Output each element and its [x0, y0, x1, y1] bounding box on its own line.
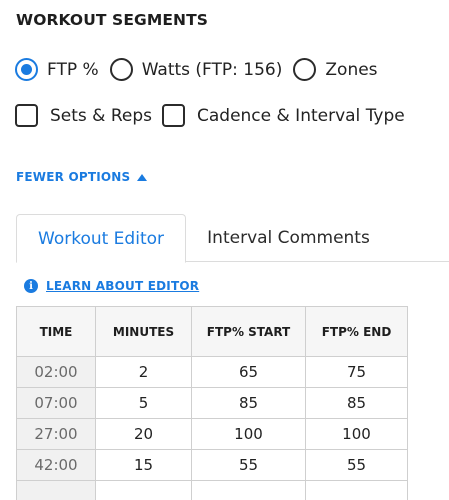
cell-time: 27:00 — [16, 418, 96, 450]
info-icon: i — [24, 279, 38, 293]
fewer-options-label: FEWER OPTIONS — [16, 170, 131, 184]
checkbox-sets-reps[interactable]: Sets & Reps — [15, 104, 152, 127]
header-ftp-start: FTP% START — [191, 306, 306, 357]
tab-workout-editor[interactable]: Workout Editor — [16, 214, 186, 263]
fewer-options-toggle[interactable]: FEWER OPTIONS — [16, 170, 148, 184]
caret-up-icon — [137, 173, 148, 181]
radio-zones-label: Zones — [325, 59, 378, 80]
header-minutes: MINUTES — [95, 306, 192, 357]
cell-ftp-start[interactable]: 100 — [191, 418, 306, 450]
header-time: TIME — [16, 306, 96, 357]
radio-watts[interactable]: Watts (FTP: 156) — [109, 58, 283, 81]
header-ftp-end: FTP% END — [305, 306, 408, 357]
section-title: WORKOUT SEGMENTS — [16, 11, 209, 29]
cell-ftp-start[interactable]: 65 — [191, 356, 306, 388]
table-row: 27:00 20 100 100 — [16, 418, 408, 450]
cell-time: 07:00 — [16, 387, 96, 419]
cell-time — [16, 480, 96, 500]
table-row: 02:00 2 65 75 — [16, 356, 408, 388]
options-checkbox-group: Sets & Reps Cadence & Interval Type — [15, 104, 415, 127]
workout-segments-table: TIME MINUTES FTP% START FTP% END 02:00 2… — [16, 306, 408, 500]
checkbox-cadence-interval-control[interactable] — [162, 104, 185, 127]
display-mode-radio-group: FTP % Watts (FTP: 156) Zones — [15, 58, 389, 81]
cell-minutes[interactable]: 2 — [95, 356, 192, 388]
table-row: 42:00 15 55 55 — [16, 449, 408, 481]
cell-minutes[interactable]: 5 — [95, 387, 192, 419]
table-header-row: TIME MINUTES FTP% START FTP% END — [16, 306, 408, 357]
cell-minutes[interactable]: 15 — [95, 449, 192, 481]
cell-minutes[interactable]: 20 — [95, 418, 192, 450]
radio-ftp-percent-label: FTP % — [47, 59, 99, 80]
table-row-empty — [16, 480, 408, 500]
radio-zones-control[interactable] — [293, 58, 317, 81]
cell-ftp-end[interactable]: 100 — [305, 418, 408, 450]
table-row: 07:00 5 85 85 — [16, 387, 408, 419]
cell-ftp-end[interactable]: 55 — [305, 449, 408, 481]
cell-time: 02:00 — [16, 356, 96, 388]
radio-watts-label: Watts (FTP: 156) — [141, 59, 283, 80]
checkbox-cadence-interval-label: Cadence & Interval Type — [197, 105, 405, 126]
cell-ftp-end[interactable]: 85 — [305, 387, 408, 419]
learn-about-editor-link[interactable]: i LEARN ABOUT EDITOR — [24, 279, 199, 293]
checkbox-cadence-interval[interactable]: Cadence & Interval Type — [162, 104, 405, 127]
radio-ftp-percent-control[interactable] — [15, 58, 38, 81]
checkbox-sets-reps-control[interactable] — [15, 104, 38, 127]
learn-about-editor-label: LEARN ABOUT EDITOR — [46, 279, 200, 293]
cell-time: 42:00 — [16, 449, 96, 481]
editor-tabs: Workout Editor Interval Comments — [16, 214, 449, 263]
checkbox-sets-reps-label: Sets & Reps — [50, 105, 152, 126]
tab-interval-comments[interactable]: Interval Comments — [186, 214, 391, 262]
cell-ftp-end[interactable]: 75 — [305, 356, 408, 388]
radio-watts-control[interactable] — [109, 58, 133, 81]
cell-ftp-start[interactable] — [191, 480, 306, 500]
radio-ftp-percent[interactable]: FTP % — [15, 58, 99, 81]
cell-ftp-end[interactable] — [305, 480, 408, 500]
cell-ftp-start[interactable]: 55 — [191, 449, 306, 481]
radio-zones[interactable]: Zones — [293, 58, 378, 81]
cell-ftp-start[interactable]: 85 — [191, 387, 306, 419]
cell-minutes[interactable] — [95, 480, 192, 500]
